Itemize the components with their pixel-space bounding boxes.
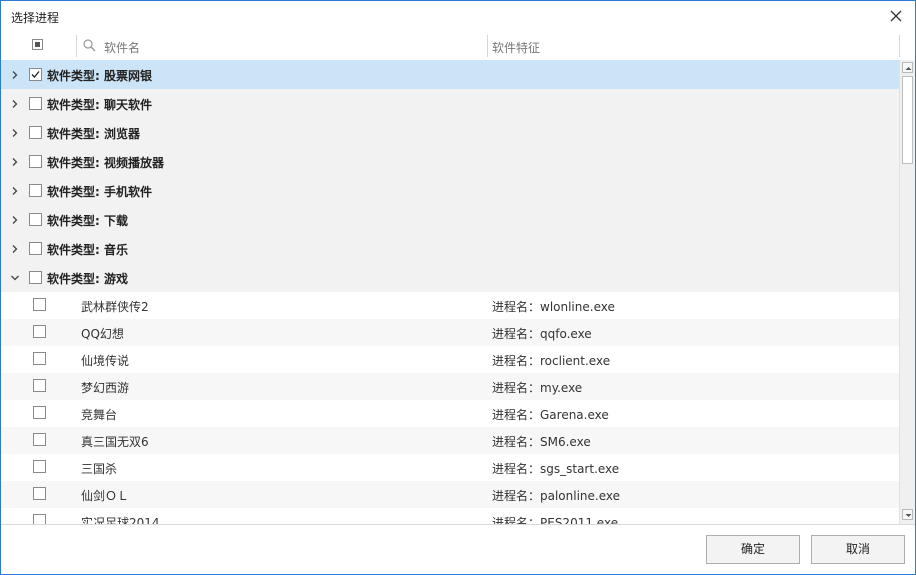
cancel-button[interactable]: 取消	[811, 535, 905, 564]
column-divider[interactable]	[76, 35, 77, 57]
category-label: 软件类型: 视频播放器	[47, 156, 164, 170]
process-checkbox[interactable]	[33, 514, 46, 524]
column-header: 软件名 软件特征	[1, 32, 915, 61]
category-checkbox[interactable]	[29, 68, 42, 81]
select-all-checkbox[interactable]	[32, 39, 43, 50]
process-checkbox[interactable]	[33, 406, 46, 419]
process-row[interactable]: 仙境传说 进程名：roclient.exe	[1, 346, 899, 373]
process-checkbox[interactable]	[33, 379, 46, 392]
process-feature: 进程名：Garena.exe	[492, 408, 609, 422]
category-label: 软件类型: 游戏	[47, 272, 128, 286]
category-row[interactable]: 软件类型: 视频播放器	[1, 147, 899, 176]
process-checkbox[interactable]	[33, 325, 46, 338]
category-label: 软件类型: 音乐	[47, 243, 128, 257]
category-label: 软件类型: 浏览器	[47, 127, 140, 141]
process-checkbox[interactable]	[33, 298, 46, 311]
chevron-right-icon[interactable]	[10, 214, 20, 228]
vertical-scrollbar[interactable]	[899, 60, 915, 524]
category-row[interactable]: 软件类型: 浏览器	[1, 118, 899, 147]
process-row[interactable]: 竞舞台 进程名：Garena.exe	[1, 400, 899, 427]
process-name: 竞舞台	[81, 408, 118, 422]
process-checkbox[interactable]	[33, 487, 46, 500]
category-label: 软件类型: 聊天软件	[47, 98, 152, 112]
ok-button[interactable]: 确定	[706, 535, 800, 564]
process-feature: 进程名：sgs_start.exe	[492, 462, 620, 476]
category-checkbox[interactable]	[29, 271, 42, 284]
category-checkbox[interactable]	[29, 213, 42, 226]
close-icon[interactable]	[887, 7, 905, 25]
category-checkbox[interactable]	[29, 126, 42, 139]
dialog-footer: 确定 取消	[1, 524, 915, 574]
category-row[interactable]: 软件类型: 股票网银	[1, 60, 899, 89]
category-checkbox[interactable]	[29, 242, 42, 255]
process-feature: 进程名：qqfo.exe	[492, 327, 592, 341]
category-checkbox[interactable]	[29, 97, 42, 110]
chevron-right-icon[interactable]	[10, 127, 20, 141]
process-row[interactable]: 实况足球2014 进程名：PES2011.exe	[1, 508, 899, 524]
dialog-title: 选择进程	[11, 11, 60, 25]
process-feature: 进程名：palonline.exe	[492, 489, 621, 503]
category-label: 软件类型: 手机软件	[47, 185, 152, 199]
category-checkbox[interactable]	[29, 184, 42, 197]
process-feature: 进程名：PES2011.exe	[492, 516, 619, 524]
process-feature: 进程名：roclient.exe	[492, 354, 611, 368]
process-feature: 进程名：SM6.exe	[492, 435, 591, 449]
process-name: 真三国无双6	[81, 435, 149, 449]
scroll-down-button[interactable]	[902, 509, 913, 520]
process-row[interactable]: 梦幻西游 进程名：my.exe	[1, 373, 899, 400]
process-name: 三国杀	[81, 462, 118, 476]
category-row[interactable]: 软件类型: 手机软件	[1, 176, 899, 205]
process-feature: 进程名：my.exe	[492, 381, 583, 395]
process-name: QQ幻想	[81, 327, 124, 341]
column-header-feature[interactable]: 软件特征	[492, 39, 540, 56]
process-name: 实况足球2014	[81, 516, 160, 524]
chevron-down-icon[interactable]	[10, 272, 20, 286]
process-feature: 进程名：wlonline.exe	[492, 300, 615, 314]
process-row[interactable]: QQ幻想 进程名：qqfo.exe	[1, 319, 899, 346]
category-checkbox[interactable]	[29, 155, 42, 168]
category-row[interactable]: 软件类型: 聊天软件	[1, 89, 899, 118]
process-row[interactable]: 三国杀 进程名：sgs_start.exe	[1, 454, 899, 481]
scroll-up-button[interactable]	[902, 62, 913, 73]
category-row[interactable]: 软件类型: 下载	[1, 205, 899, 234]
process-name: 梦幻西游	[81, 381, 130, 395]
chevron-right-icon[interactable]	[10, 243, 20, 257]
process-checkbox[interactable]	[33, 460, 46, 473]
chevron-right-icon[interactable]	[10, 98, 20, 112]
process-name: 仙剑ＯＬ	[81, 489, 130, 503]
process-tree-list: 软件类型: 股票网银 软件类型: 聊天软件 软件类型: 浏览器软件类型: 视频播放器…	[1, 60, 899, 524]
process-checkbox[interactable]	[33, 352, 46, 365]
chevron-right-icon[interactable]	[10, 156, 20, 170]
process-row[interactable]: 武林群侠传2 进程名：wlonline.exe	[1, 292, 899, 319]
process-name: 武林群侠传2	[81, 300, 149, 314]
chevron-right-icon[interactable]	[10, 69, 20, 83]
column-divider[interactable]	[487, 35, 488, 57]
scroll-thumb[interactable]	[902, 76, 913, 164]
column-header-name[interactable]: 软件名	[104, 39, 140, 56]
process-row[interactable]: 仙剑ＯＬ 进程名：palonline.exe	[1, 481, 899, 508]
category-row[interactable]: 软件类型: 游戏	[1, 263, 899, 292]
column-divider	[899, 35, 900, 57]
category-label: 软件类型: 股票网银	[47, 69, 152, 83]
search-icon	[83, 39, 96, 55]
category-row[interactable]: 软件类型: 音乐	[1, 234, 899, 263]
process-name: 仙境传说	[81, 354, 130, 368]
process-checkbox[interactable]	[33, 433, 46, 446]
category-label: 软件类型: 下载	[47, 214, 128, 228]
select-process-dialog: 选择进程 软件名 软件特征 软件类型: 股票网银 软件类型: 聊天软件 软件类型: …	[0, 0, 916, 575]
title-bar: 选择进程	[1, 1, 915, 32]
chevron-right-icon[interactable]	[10, 185, 20, 199]
process-row[interactable]: 真三国无双6 进程名：SM6.exe	[1, 427, 899, 454]
